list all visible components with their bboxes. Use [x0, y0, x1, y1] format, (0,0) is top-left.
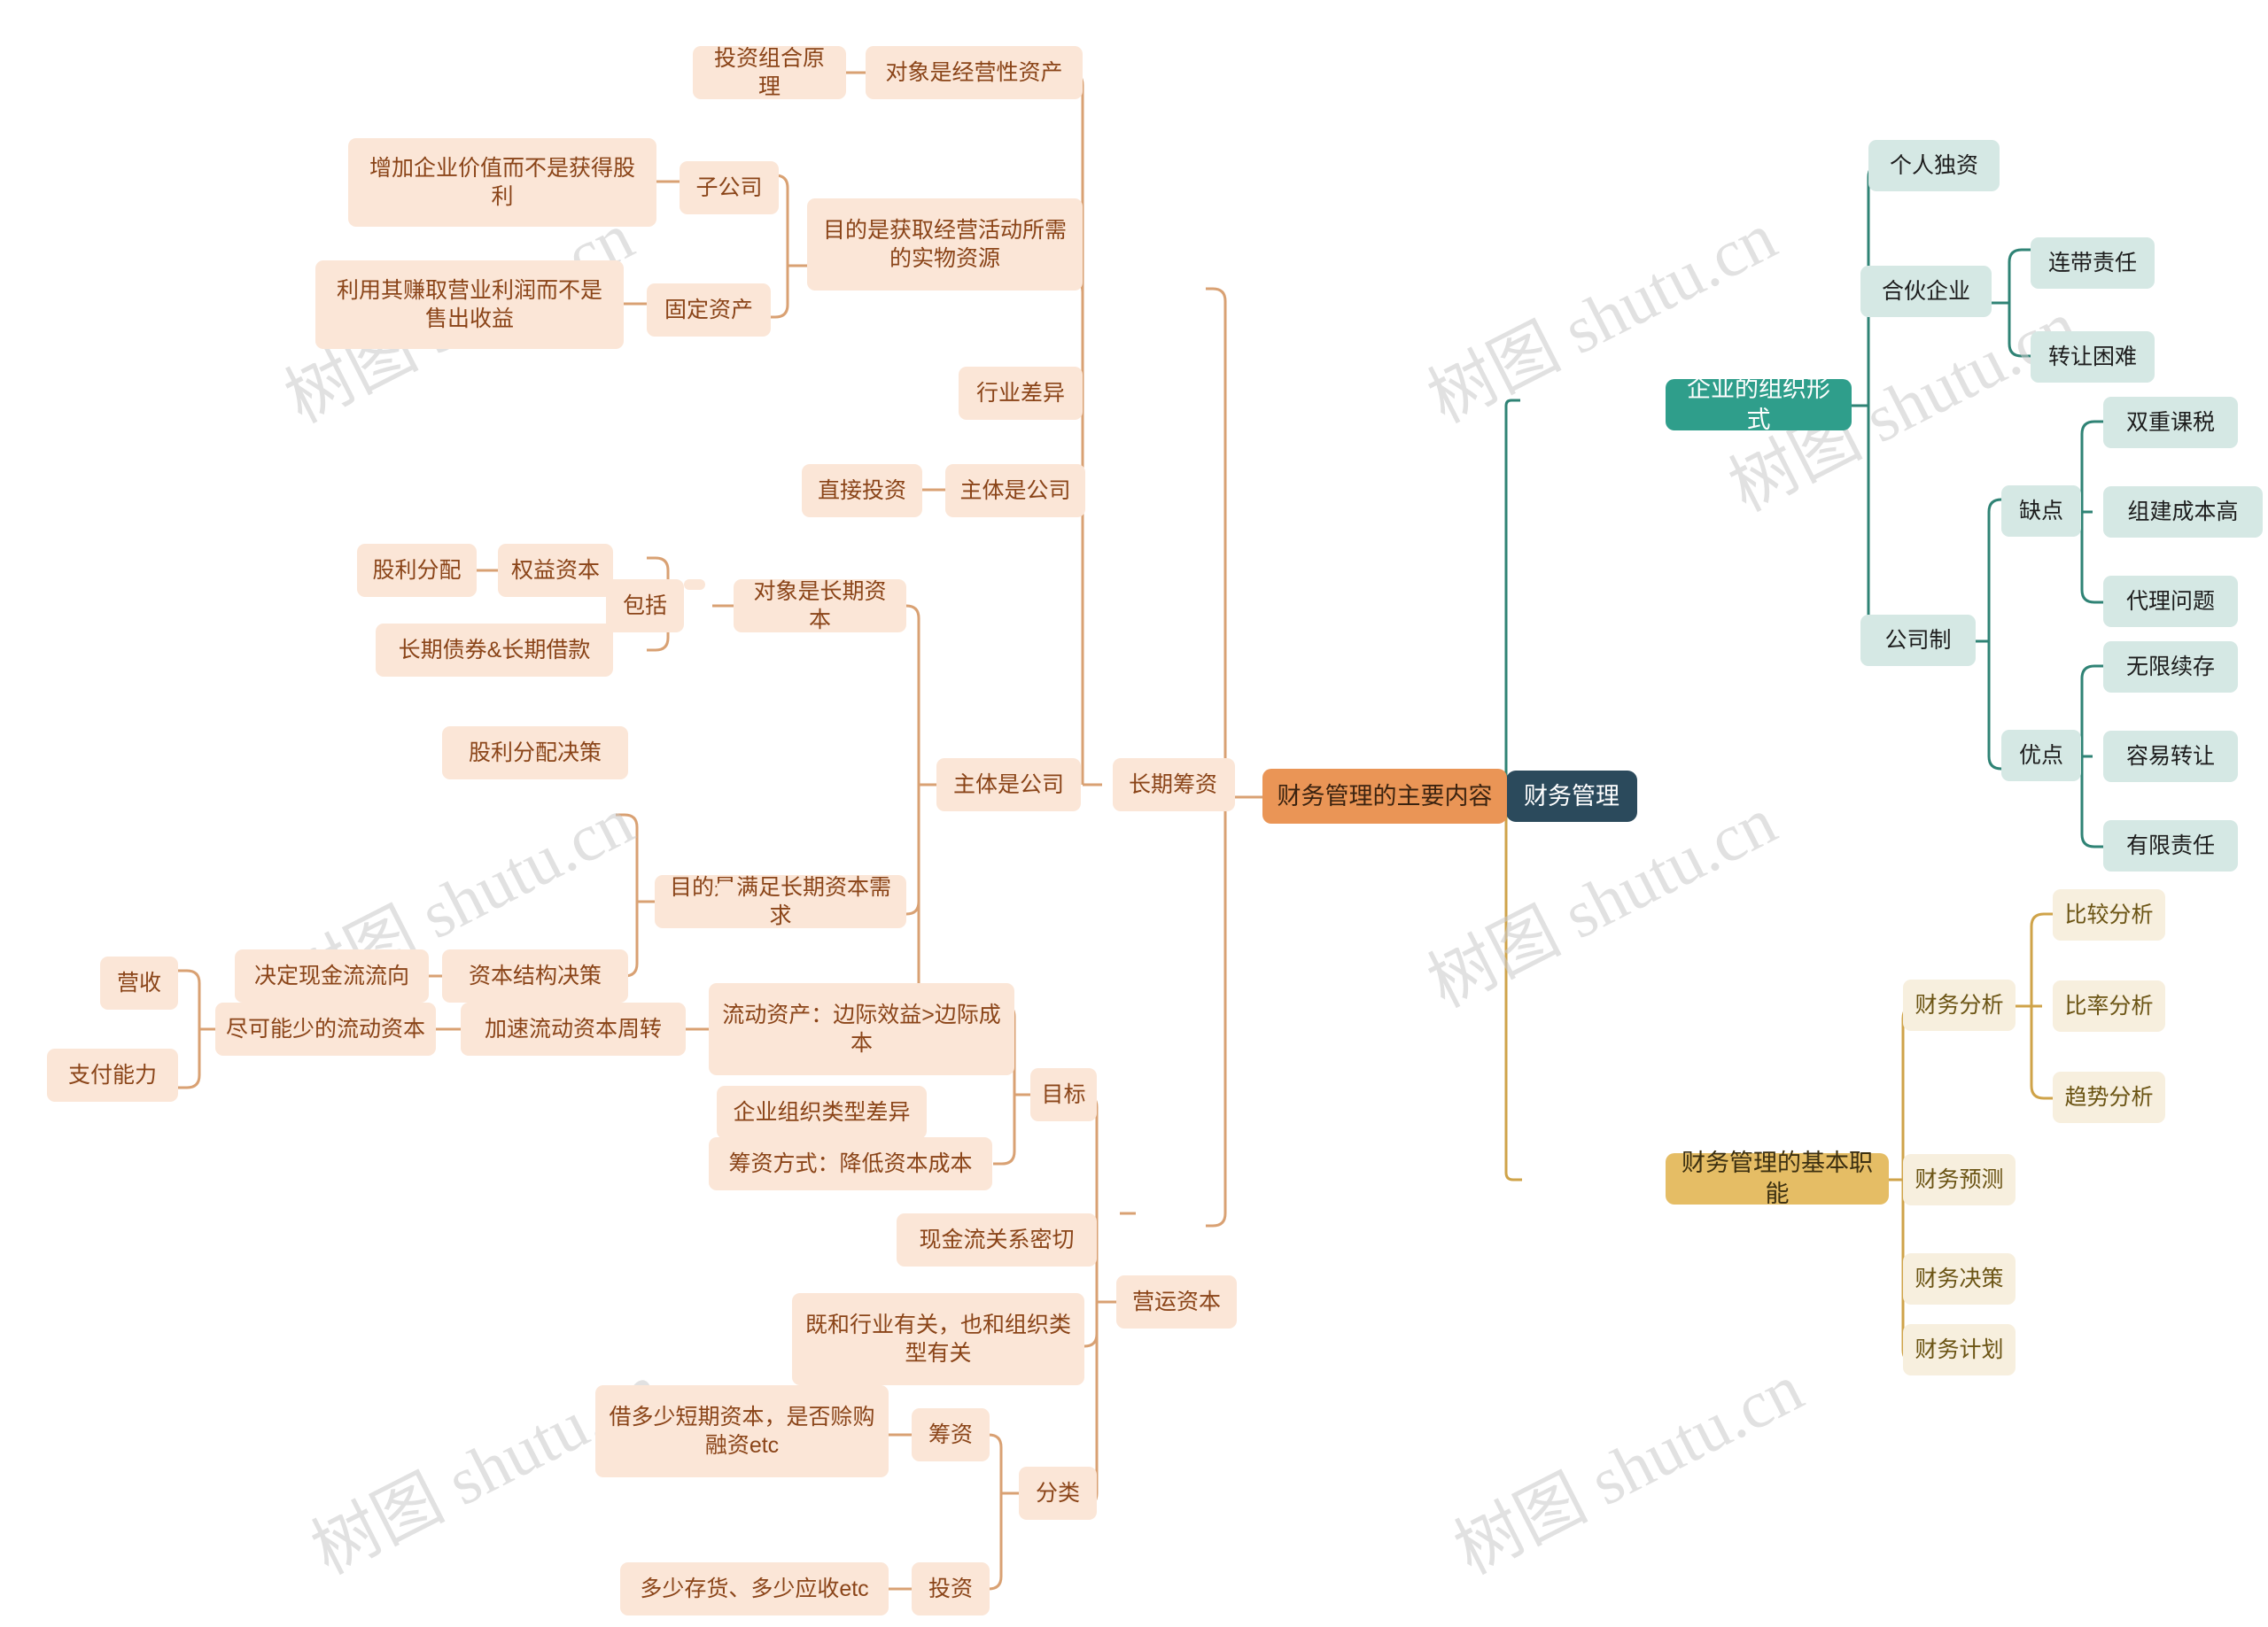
node-limited-liability[interactable]: 有限责任: [2103, 820, 2238, 872]
node-revenue[interactable]: 营收: [100, 957, 178, 1010]
node-accelerate-turnover[interactable]: 加速流动资本周转: [461, 1003, 686, 1056]
node-investing-category[interactable]: 投资: [912, 1562, 990, 1615]
node-includes[interactable]: 包括: [606, 579, 684, 632]
branch-org-forms[interactable]: 企业的组织形式: [1666, 376, 1852, 433]
node-direct-investment[interactable]: 直接投资: [802, 464, 922, 517]
node-joint-liability[interactable]: 连带责任: [2031, 237, 2155, 289]
node-minimum-working-capital[interactable]: 尽可能少的流动资本: [215, 1003, 436, 1056]
spacer: [718, 887, 739, 898]
node-fixed-assets[interactable]: 固定资产: [647, 283, 771, 337]
node-increase-value-not-dividend[interactable]: 增加企业价值而不是获得股利: [348, 138, 656, 227]
node-high-setup-cost[interactable]: 组建成本高: [2103, 486, 2263, 538]
node-portfolio-theory[interactable]: 投资组合原理: [693, 46, 846, 99]
node-industry-difference[interactable]: 行业差异: [959, 367, 1083, 420]
node-subject-is-company-investment[interactable]: 主体是公司: [945, 464, 1085, 517]
node-current-assets-marginal[interactable]: 流动资产：边际效益>边际成本: [709, 983, 1014, 1075]
root-node-financial-management[interactable]: 财务管理: [1506, 771, 1637, 822]
node-transfer-difficult[interactable]: 转让困难: [2031, 331, 2155, 383]
node-financing-category[interactable]: 筹资: [912, 1408, 990, 1461]
node-easy-transfer[interactable]: 容易转让: [2103, 731, 2238, 782]
node-use-profit-not-sale[interactable]: 利用其赚取营业利润而不是售出收益: [315, 260, 624, 349]
node-goal[interactable]: 目标: [1030, 1068, 1097, 1121]
branch-main-content[interactable]: 财务管理的主要内容: [1262, 769, 1507, 824]
node-financial-plan[interactable]: 财务计划: [1903, 1324, 2016, 1375]
node-payment-ability[interactable]: 支付能力: [47, 1049, 178, 1102]
node-perpetual-existence[interactable]: 无限续存: [2103, 641, 2238, 693]
node-decide-cashflow-direction[interactable]: 决定现金流流向: [235, 949, 429, 1003]
node-trend-analysis[interactable]: 趋势分析: [2053, 1072, 2165, 1123]
node-longterm-financing[interactable]: 长期筹资: [1113, 758, 1233, 811]
node-subsidiary[interactable]: 子公司: [680, 161, 779, 214]
node-agency-problem[interactable]: 代理问题: [2103, 576, 2238, 627]
node-dividend-policy[interactable]: 股利分配决策: [442, 726, 628, 779]
node-industry-and-orgtype[interactable]: 既和行业有关，也和组织类型有关: [792, 1293, 1084, 1385]
node-object-longterm-capital[interactable]: 对象是长期资本: [734, 579, 906, 632]
node-advantages[interactable]: 优点: [2001, 730, 2081, 781]
node-purpose-meet-longterm-capital[interactable]: 目的是满足长期资本需求: [655, 875, 906, 928]
watermark: 树图 shutu.cn: [1443, 1351, 1814, 1589]
node-capital-structure-policy[interactable]: 资本结构决策: [442, 949, 628, 1003]
node-sole-proprietorship[interactable]: 个人独资: [1868, 140, 2000, 191]
node-object-operating-assets[interactable]: 对象是经营性资产: [866, 46, 1083, 99]
node-purpose-physical-resources[interactable]: 目的是获取经营活动所需的实物资源: [807, 198, 1083, 291]
node-equity-capital[interactable]: 权益资本: [498, 544, 613, 597]
node-double-taxation[interactable]: 双重课税: [2103, 397, 2238, 448]
node-comparative-analysis[interactable]: 比较分析: [2053, 889, 2165, 941]
node-cashflow-close-relation[interactable]: 现金流关系密切: [897, 1213, 1097, 1267]
mindmap-canvas: 树图 shutu.cn 树图 shutu.cn 树图 shutu.cn 树图 s…: [0, 0, 2268, 1627]
node-longterm-bonds-loans[interactable]: 长期债券&长期借款: [376, 624, 613, 677]
node-subject-is-company-financing[interactable]: 主体是公司: [936, 758, 1081, 811]
node-financial-forecast[interactable]: 财务预测: [1903, 1154, 2016, 1205]
node-working-capital[interactable]: 营运资本: [1116, 1275, 1237, 1329]
node-classification[interactable]: 分类: [1019, 1467, 1097, 1520]
node-inventory-receivable-etc[interactable]: 多少存货、多少应收etc: [620, 1562, 889, 1615]
node-financial-analysis[interactable]: 财务分析: [1903, 980, 2016, 1031]
branch-basic-functions[interactable]: 财务管理的基本职能: [1666, 1150, 1889, 1207]
node-financial-decision[interactable]: 财务决策: [1903, 1253, 2016, 1305]
node-org-type-difference[interactable]: 企业组织类型差异: [717, 1086, 927, 1139]
spacer: [684, 579, 705, 590]
node-financing-lower-capital-cost[interactable]: 筹资方式：降低资本成本: [709, 1137, 992, 1190]
node-partnership[interactable]: 合伙企业: [1860, 266, 1992, 317]
node-ratio-analysis[interactable]: 比率分析: [2053, 980, 2165, 1032]
connector-lines: [178, 71, 2103, 1591]
node-short-term-capital-etc[interactable]: 借多少短期资本，是否赊购融资etc: [595, 1385, 889, 1477]
node-disadvantages[interactable]: 缺点: [2001, 485, 2081, 537]
node-corporation[interactable]: 公司制: [1860, 615, 1976, 666]
node-dividend-distribution[interactable]: 股利分配: [357, 544, 477, 597]
